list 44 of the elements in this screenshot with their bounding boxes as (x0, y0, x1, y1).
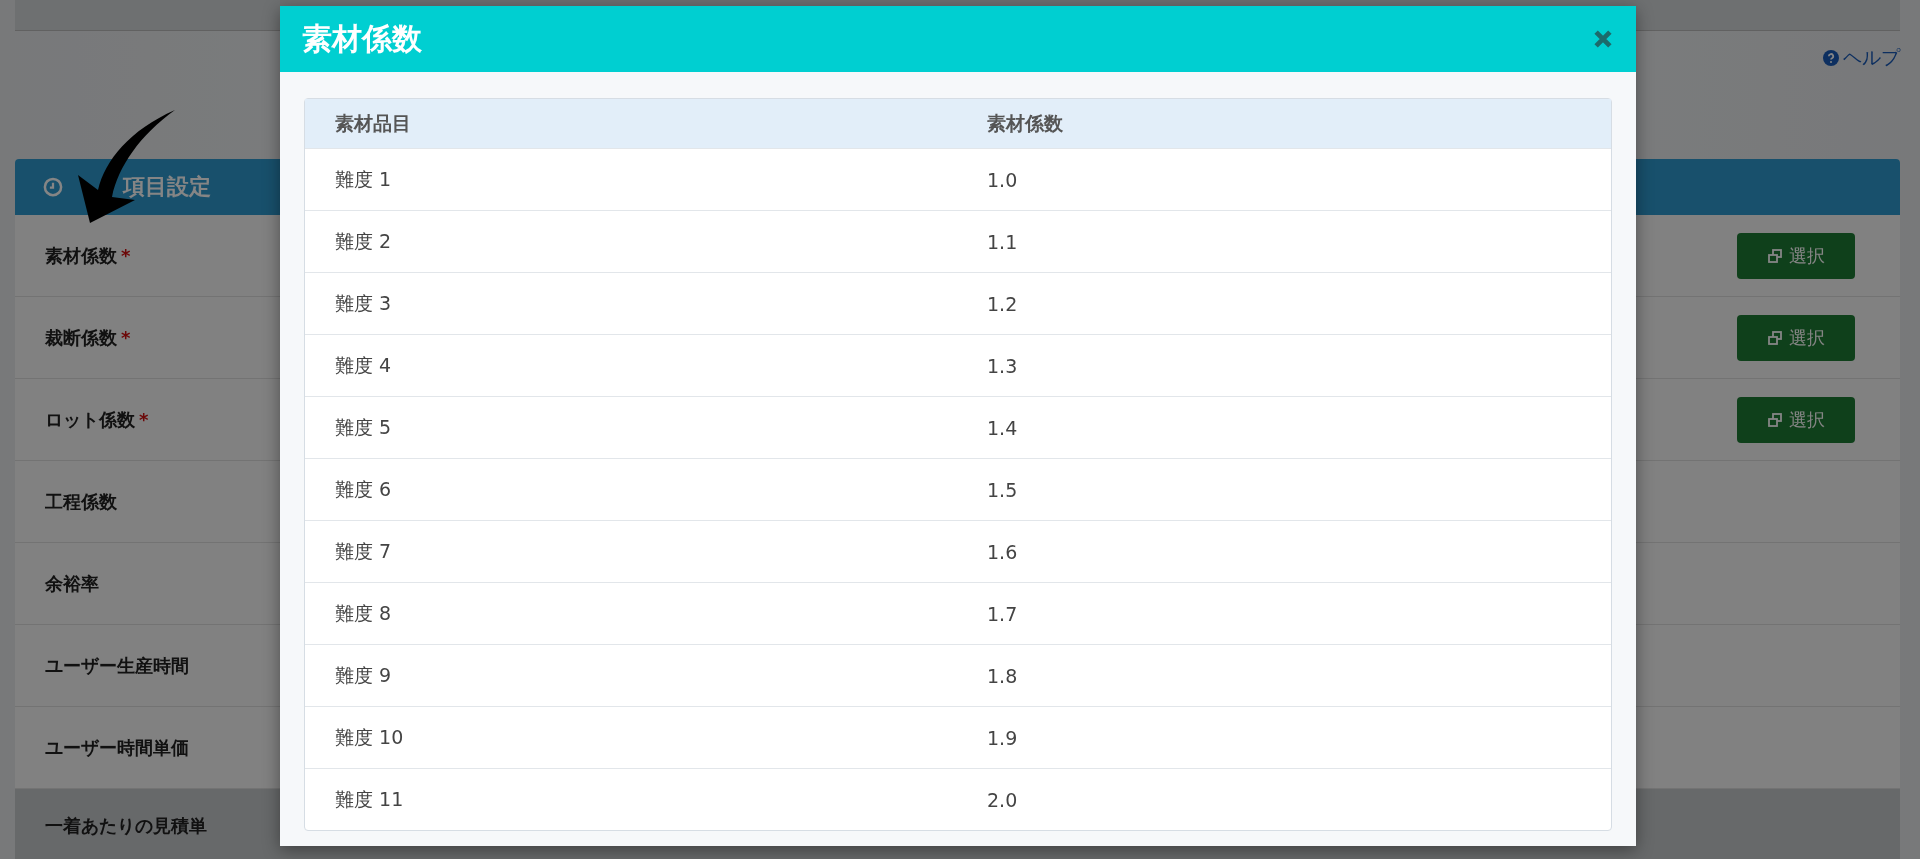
panel-title: 項目設定 (123, 173, 211, 201)
table-cell-text: 1.9 (987, 726, 1019, 749)
windows-icon (1767, 411, 1783, 428)
table-cell-text: 1.1 (987, 230, 1019, 253)
select-button[interactable]: 選択 (1737, 396, 1855, 443)
help-icon (1823, 50, 1839, 66)
windows-icon (1767, 329, 1783, 346)
table-cell-text: 難度 4 (335, 352, 393, 378)
field-label: 余裕率 (45, 571, 99, 596)
table-cell-text: 1.4 (987, 416, 1019, 439)
table-cell-text: 1.2 (987, 292, 1019, 315)
clock-icon (43, 177, 63, 197)
table-cell-text: 難度 1 (335, 166, 393, 192)
table-cell-text: 難度 10 (335, 724, 405, 750)
select-button[interactable]: 選択 (1737, 314, 1855, 361)
help-link[interactable]: ヘルプ (1823, 45, 1900, 71)
field-label: 一着あたりの見積単 (45, 813, 207, 838)
table-cell-text: 難度 2 (335, 228, 393, 254)
field-label: ユーザー時間単価 (45, 735, 189, 760)
table-cell-text: 難度 7 (335, 538, 393, 564)
table-cell-text: 1.3 (987, 354, 1019, 377)
table-cell-text: 1.7 (987, 602, 1019, 625)
table-cell-text: 難度 9 (335, 662, 393, 688)
table-cell-text: 2.0 (987, 788, 1019, 811)
table-cell-text: 難度 3 (335, 290, 393, 316)
windows-icon (1767, 247, 1783, 264)
table-cell-text: 難度 6 (335, 476, 393, 502)
column-header: 素材品目 (335, 110, 412, 136)
select-button[interactable]: 選択 (1737, 232, 1855, 279)
table-cell-text: 難度 11 (335, 786, 405, 812)
modal-title: 素材係数 (302, 19, 422, 58)
column-header: 素材係数 (987, 110, 1064, 136)
field-label: 裁断係数 * (45, 325, 131, 350)
table-cell-text: 1.6 (987, 540, 1019, 563)
table-cell-text: 難度 8 (335, 600, 393, 626)
field-label: 工程係数 (45, 489, 117, 514)
table-cell-text: 1.8 (987, 664, 1019, 687)
field-label: ロット係数 * (45, 407, 149, 432)
close-icon[interactable] (1592, 28, 1614, 50)
field-label: 素材係数 * (45, 243, 131, 268)
table-cell-text: 1.0 (987, 168, 1019, 191)
table-cell-text: 難度 5 (335, 414, 393, 440)
field-label: ユーザー生産時間 (45, 653, 189, 678)
table-cell-text: 1.5 (987, 478, 1019, 501)
